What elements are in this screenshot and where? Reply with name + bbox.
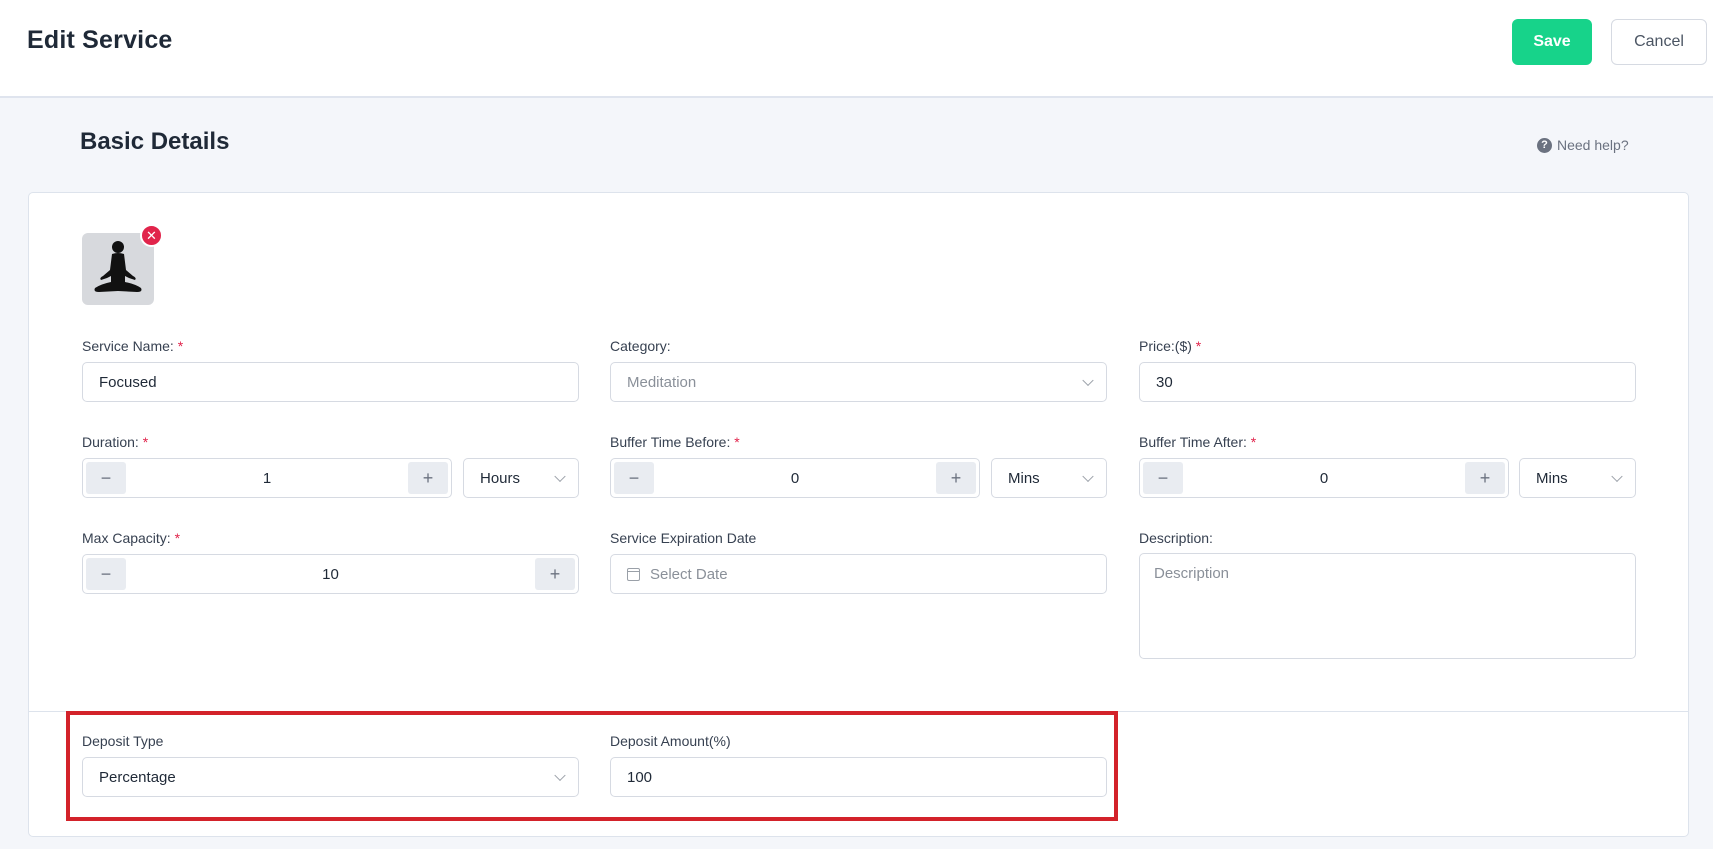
buffer-after-value[interactable]: 0 xyxy=(1184,459,1464,497)
decrement-button[interactable]: − xyxy=(86,558,126,590)
description-label: Description: xyxy=(1139,530,1213,546)
price-label: Price:($) * xyxy=(1139,338,1202,354)
duration-stepper[interactable]: − 1 + xyxy=(82,458,452,498)
description-textarea[interactable]: Description xyxy=(1139,553,1636,659)
section-title: Basic Details xyxy=(80,128,230,155)
duration-unit-select[interactable]: Hours xyxy=(463,458,579,498)
calendar-icon xyxy=(627,567,640,581)
deposit-amount-input[interactable]: 100 xyxy=(610,757,1107,797)
duration-label: Duration: * xyxy=(82,434,149,450)
close-icon: ✕ xyxy=(146,227,157,243)
chevron-down-icon xyxy=(1082,374,1094,387)
buffer-before-label: Buffer Time Before: * xyxy=(610,434,740,450)
deposit-amount-label: Deposit Amount(%) xyxy=(610,733,731,749)
expiration-date-input[interactable]: Select Date xyxy=(610,554,1107,594)
deposit-type-select[interactable]: Percentage xyxy=(82,757,579,797)
increment-button[interactable]: + xyxy=(408,462,448,494)
buffer-after-label: Buffer Time After: * xyxy=(1139,434,1257,450)
remove-image-button[interactable]: ✕ xyxy=(140,224,163,247)
max-capacity-label: Max Capacity: * xyxy=(82,530,181,546)
service-name-input[interactable]: Focused xyxy=(82,362,579,402)
buffer-after-stepper[interactable]: − 0 + xyxy=(1139,458,1509,498)
chevron-down-icon xyxy=(1082,470,1094,483)
deposit-type-label: Deposit Type xyxy=(82,733,164,749)
duration-value[interactable]: 1 xyxy=(127,459,407,497)
category-select[interactable]: Meditation xyxy=(610,362,1107,402)
buffer-after-unit-select[interactable]: Mins xyxy=(1519,458,1636,498)
chevron-down-icon xyxy=(554,470,566,483)
buffer-before-unit-select[interactable]: Mins xyxy=(991,458,1107,498)
increment-button[interactable]: + xyxy=(936,462,976,494)
cancel-button[interactable]: Cancel xyxy=(1611,19,1707,65)
basic-details-card xyxy=(28,192,1689,837)
price-input[interactable]: 30 xyxy=(1139,362,1636,402)
max-capacity-stepper[interactable]: − 10 + xyxy=(82,554,579,594)
service-name-label: Service Name: * xyxy=(82,338,184,354)
card-divider xyxy=(29,711,1688,712)
increment-button[interactable]: + xyxy=(535,558,575,590)
save-button[interactable]: Save xyxy=(1512,19,1592,65)
increment-button[interactable]: + xyxy=(1465,462,1505,494)
buffer-before-value[interactable]: 0 xyxy=(655,459,935,497)
buffer-before-stepper[interactable]: − 0 + xyxy=(610,458,980,498)
max-capacity-value[interactable]: 10 xyxy=(127,555,534,593)
decrement-button[interactable]: − xyxy=(86,462,126,494)
chevron-down-icon xyxy=(1611,470,1623,483)
page-title: Edit Service xyxy=(27,26,173,54)
need-help-label: Need help? xyxy=(1557,137,1629,153)
decrement-button[interactable]: − xyxy=(1143,462,1183,494)
chevron-down-icon xyxy=(554,769,566,782)
expiration-date-label: Service Expiration Date xyxy=(610,530,757,546)
decrement-button[interactable]: − xyxy=(614,462,654,494)
question-icon: ? xyxy=(1537,137,1552,153)
meditation-silhouette-icon xyxy=(94,241,142,292)
top-bar: Edit Service Save Cancel xyxy=(0,0,1713,98)
category-label: Category: xyxy=(610,338,671,354)
need-help-link[interactable]: ? Need help? xyxy=(1537,136,1629,154)
